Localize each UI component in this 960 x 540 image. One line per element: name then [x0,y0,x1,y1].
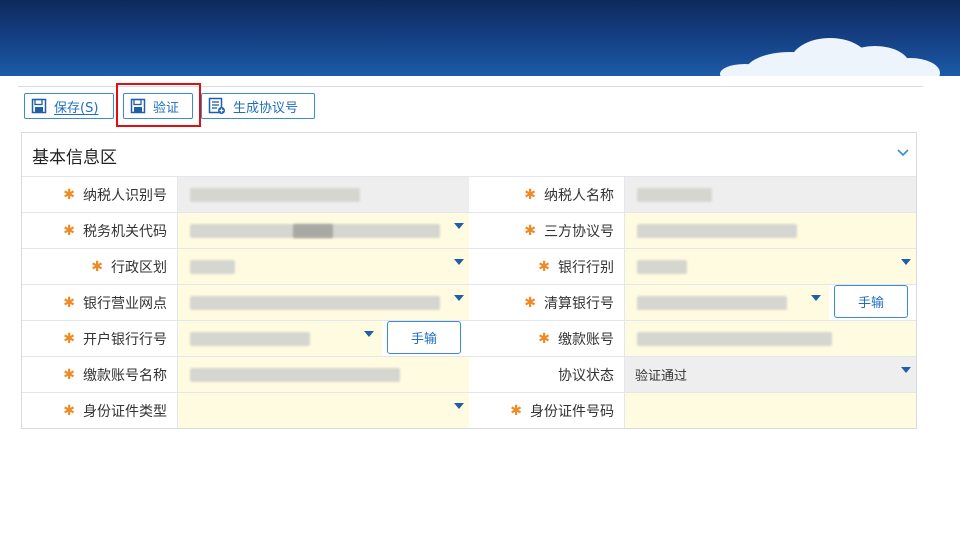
basic-info-panel: 基本信息区 ✱ 纳税人识别号 ✱ 纳税人名称 ✱ 税务机关代码 ✱ 三方协议号 … [21,132,917,429]
floppy-disk-icon [31,98,47,114]
dropdown-arrow-icon[interactable] [454,223,464,229]
taxpayer-name-field[interactable] [624,176,916,212]
payment-account-field[interactable] [624,320,916,356]
panel-title: 基本信息区 [32,148,117,168]
opening-bank-no-label: ✱ 开户银行行号 [22,320,177,356]
taxpayer-id-field[interactable] [177,176,469,212]
redacted-value [190,332,310,346]
tripartite-no-field[interactable] [624,212,916,248]
tax-office-code-label: ✱ 税务机关代码 [22,212,177,248]
redacted-value [190,296,440,310]
header-banner [0,0,960,76]
bank-type-select[interactable] [624,248,916,284]
payment-account-label: ✱ 缴款账号 [469,320,624,356]
bank-type-label: ✱ 银行行别 [469,248,624,284]
opening-bank-no-select[interactable] [177,320,382,356]
clearing-bank-manual-button[interactable]: 手输 [834,285,908,318]
tax-office-code-select[interactable] [177,212,469,248]
opening-bank-manual-button[interactable]: 手输 [387,321,461,354]
dropdown-arrow-icon[interactable] [901,367,911,373]
admin-region-label: ✱ 行政区划 [22,248,177,284]
generate-document-icon [208,97,225,114]
generate-agreement-button[interactable]: 生成协议号 [201,93,315,119]
id-number-field[interactable] [624,392,916,428]
taxpayer-name-label: ✱ 纳税人名称 [469,176,624,212]
bank-branch-select[interactable] [177,284,469,320]
redacted-value [637,188,712,202]
redacted-value [293,224,333,238]
redacted-value [637,296,787,310]
dropdown-arrow-icon[interactable] [811,295,821,301]
dropdown-arrow-icon[interactable] [454,295,464,301]
required-marker: ✱ [63,186,75,203]
save-button-label: 保存(S) [54,100,99,116]
tripartite-no-label: ✱ 三方协议号 [469,212,624,248]
generate-agreement-label: 生成协议号 [233,100,299,116]
redacted-value [190,260,235,274]
chevron-down-icon[interactable] [894,143,912,161]
verify-button-label: 验证 [153,100,180,116]
verify-button[interactable]: 验证 [123,93,193,119]
agreement-status-value: 验证通过 [635,369,688,384]
save-button[interactable]: 保存(S) [24,93,114,119]
dropdown-arrow-icon[interactable] [454,403,464,409]
redacted-value [190,368,400,382]
clearing-bank-no-label: ✱ 清算银行号 [469,284,624,320]
dropdown-arrow-icon[interactable] [454,259,464,265]
redacted-value [637,332,832,346]
payment-account-name-label: ✱ 缴款账号名称 [22,356,177,392]
floppy-disk-icon [130,98,146,114]
clearing-bank-no-select[interactable] [624,284,829,320]
agreement-status-select[interactable]: 验证通过 [624,356,916,392]
id-type-select[interactable] [177,392,469,428]
bank-branch-label: ✱ 银行营业网点 [22,284,177,320]
taxpayer-id-label: ✱ 纳税人识别号 [22,176,177,212]
toolbar-divider [18,86,923,87]
id-number-label: ✱ 身份证件号码 [469,392,624,428]
payment-account-name-field[interactable] [177,356,469,392]
redacted-value [637,260,687,274]
id-type-label: ✱ 身份证件类型 [22,392,177,428]
redacted-value [190,188,360,202]
redacted-value [637,224,797,238]
admin-region-select[interactable] [177,248,469,284]
dropdown-arrow-icon[interactable] [364,331,374,337]
dropdown-arrow-icon[interactable] [901,259,911,265]
agreement-status-label: 协议状态 [469,356,624,392]
